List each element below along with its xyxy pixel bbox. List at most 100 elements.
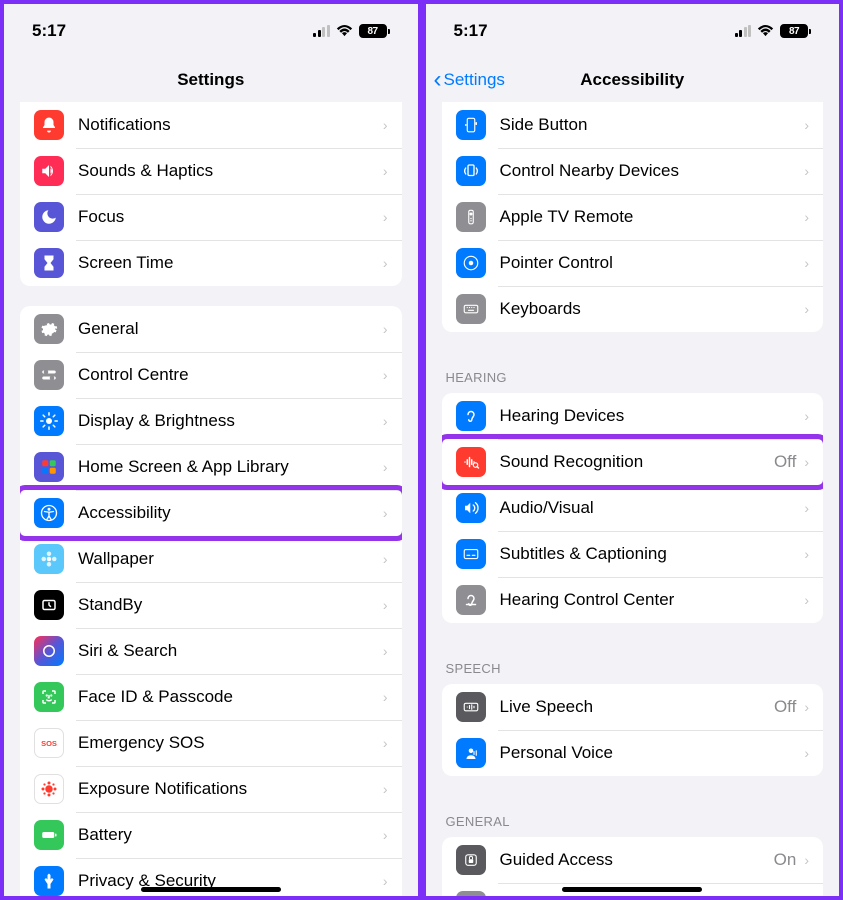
flower-icon [34, 544, 64, 574]
row-battery[interactable]: Battery› [20, 812, 402, 858]
row-guidedaccess[interactable]: Guided AccessOn› [442, 837, 824, 883]
battery-icon: 87 [780, 24, 811, 38]
home-indicator[interactable] [562, 887, 702, 892]
section-hearing: HEARING [426, 352, 840, 393]
gear-icon [34, 314, 64, 344]
row-nearby[interactable]: Control Nearby Devices› [442, 148, 824, 194]
chevron-right-icon: › [804, 454, 809, 470]
chevron-right-icon: › [804, 408, 809, 424]
row-notifications[interactable]: Notifications› [20, 102, 402, 148]
row-sidebutton[interactable]: Side Button› [442, 102, 824, 148]
earcontrol-icon [456, 585, 486, 615]
speaker-icon [34, 156, 64, 186]
pointer-icon [456, 248, 486, 278]
section-speech: SPEECH [426, 643, 840, 684]
page-title: Accessibility [580, 70, 684, 90]
chevron-right-icon: › [383, 551, 388, 567]
chevron-right-icon: › [383, 873, 388, 889]
chevron-right-icon: › [804, 699, 809, 715]
row-screentime[interactable]: Screen Time› [20, 240, 402, 286]
chevron-right-icon: › [804, 117, 809, 133]
livespeech-icon [456, 692, 486, 722]
row-hearingcontrol[interactable]: Hearing Control Center› [442, 577, 824, 623]
chevron-right-icon: › [804, 163, 809, 179]
nav-header: ‹ Settings Accessibility [426, 58, 840, 102]
assistive-icon [456, 891, 486, 896]
keyboard-icon [456, 294, 486, 324]
row-display[interactable]: Display & Brightness› [20, 398, 402, 444]
row-label: Sounds & Haptics [78, 161, 383, 181]
clock-icon [34, 590, 64, 620]
notifications-icon [34, 110, 64, 140]
moon-icon [34, 202, 64, 232]
row-accessibility[interactable]: Accessibility› [20, 490, 402, 536]
chevron-right-icon: › [383, 781, 388, 797]
row-keyboards[interactable]: Keyboards› [442, 286, 824, 332]
row-sounds[interactable]: Sounds & Haptics› [20, 148, 402, 194]
chevron-right-icon: › [804, 745, 809, 761]
chevron-right-icon: › [383, 163, 388, 179]
row-hearingdevices[interactable]: Hearing Devices› [442, 393, 824, 439]
back-button[interactable]: ‹ Settings [434, 68, 505, 92]
row-label: Apple TV Remote [500, 207, 805, 227]
status-time: 5:17 [454, 21, 488, 41]
chevron-right-icon: › [383, 117, 388, 133]
row-label: StandBy [78, 595, 383, 615]
row-value: On [774, 850, 797, 870]
signal-icon [313, 25, 330, 37]
row-value: Off [774, 452, 796, 472]
status-time: 5:17 [32, 21, 66, 41]
row-faceid[interactable]: Face ID & Passcode› [20, 674, 402, 720]
back-label: Settings [444, 70, 505, 90]
personalvoice-icon [456, 738, 486, 768]
chevron-right-icon: › [383, 459, 388, 475]
chevron-right-icon: › [804, 301, 809, 317]
chevron-right-icon: › [383, 643, 388, 659]
grid-icon [34, 452, 64, 482]
row-appletv[interactable]: Apple TV Remote› [442, 194, 824, 240]
chevron-right-icon: › [383, 321, 388, 337]
row-pointer[interactable]: Pointer Control› [442, 240, 824, 286]
row-audiovisual[interactable]: Audio/Visual› [442, 485, 824, 531]
row-subtitles[interactable]: Subtitles & Captioning› [442, 531, 824, 577]
row-sos[interactable]: SOSEmergency SOS› [20, 720, 402, 766]
chevron-right-icon: › [383, 735, 388, 751]
battery-icon [34, 820, 64, 850]
row-wallpaper[interactable]: Wallpaper› [20, 536, 402, 582]
row-siri[interactable]: Siri & Search› [20, 628, 402, 674]
chevron-right-icon: › [804, 592, 809, 608]
chevron-right-icon: › [804, 255, 809, 271]
chevron-right-icon: › [383, 367, 388, 383]
phone-accessibility: 5:17 87 ‹ Settings Accessibility Side Bu… [422, 0, 843, 900]
settings-list[interactable]: Notifications›Sounds & Haptics›Focus›Scr… [4, 102, 418, 896]
chevron-right-icon: › [383, 827, 388, 843]
row-label: Audio/Visual [500, 498, 805, 518]
section-general: GENERAL [426, 796, 840, 837]
row-label: Subtitles & Captioning [500, 544, 805, 564]
row-livespeech[interactable]: Live SpeechOff › [442, 684, 824, 730]
remote-icon [456, 202, 486, 232]
row-label: Siri & Search [78, 641, 383, 661]
signal-icon [735, 25, 752, 37]
row-label: Home Screen & App Library [78, 457, 383, 477]
row-exposure[interactable]: Exposure Notifications› [20, 766, 402, 812]
row-label: Display & Brightness [78, 411, 383, 431]
sos-icon: SOS [34, 728, 64, 758]
row-label: Battery [78, 825, 383, 845]
row-controlcentre[interactable]: Control Centre› [20, 352, 402, 398]
chevron-right-icon: › [804, 500, 809, 516]
row-general[interactable]: General› [20, 306, 402, 352]
row-label: Live Speech [500, 697, 774, 717]
row-value: Off [774, 697, 796, 717]
row-standby[interactable]: StandBy› [20, 582, 402, 628]
home-indicator[interactable] [141, 887, 281, 892]
row-label: Exposure Notifications [78, 779, 383, 799]
row-label: Pointer Control [500, 253, 805, 273]
row-homescreen[interactable]: Home Screen & App Library› [20, 444, 402, 490]
chevron-right-icon: › [383, 597, 388, 613]
row-personalvoice[interactable]: Personal Voice› [442, 730, 824, 776]
row-soundrecognition[interactable]: Sound RecognitionOff› [442, 439, 824, 485]
row-focus[interactable]: Focus› [20, 194, 402, 240]
chevron-right-icon: › [383, 689, 388, 705]
accessibility-list[interactable]: Side Button›Control Nearby Devices›Apple… [426, 102, 840, 896]
